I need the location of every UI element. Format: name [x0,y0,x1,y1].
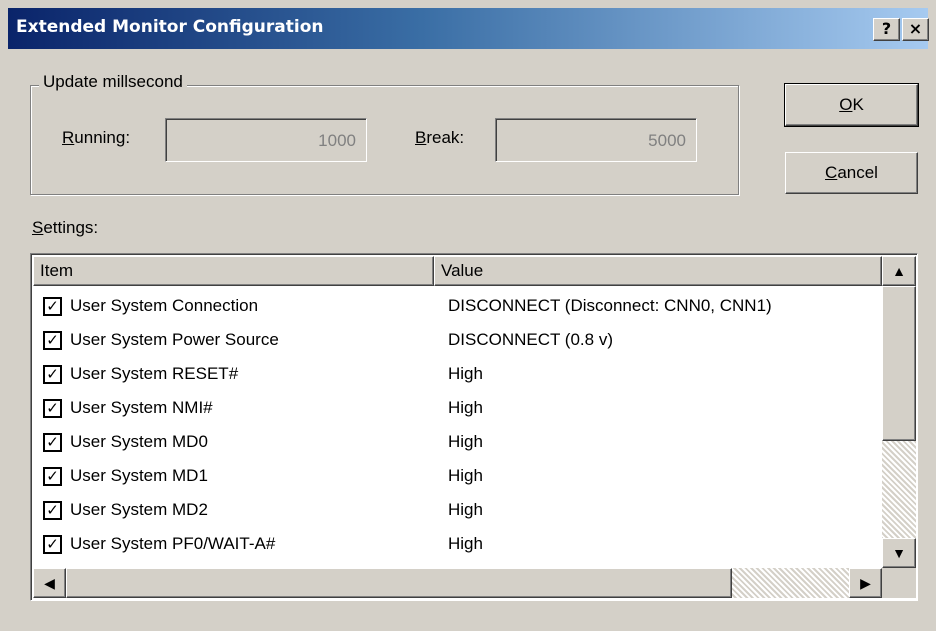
row-value-label: DISCONNECT (Disconnect: CNN0, CNN1) [448,296,772,315]
row-checkbox[interactable]: ✓ [43,433,62,452]
cancel-button-label: ancel [837,163,878,182]
list-item[interactable]: ✓ User System RESET# High [33,358,883,392]
row-value-label: DISCONNECT (0.8 v) [448,330,613,349]
scroll-left-button[interactable]: ◀ [33,568,66,598]
row-checkbox[interactable]: ✓ [43,467,62,486]
extended-monitor-dialog: Extended Monitor Configuration ? × Updat… [0,0,936,631]
vertical-scrollbar[interactable]: ▲ ▼ [882,256,916,568]
break-label-rest: reak: [426,128,465,147]
list-item[interactable]: ✓ User System MD1 High [33,460,883,494]
list-item[interactable]: ✓ User System Power Source DISCONNECT (0.8… [33,324,883,358]
row-checkbox[interactable]: ✓ [43,501,62,520]
running-label: Running: [62,128,131,147]
horizontal-scrollbar[interactable]: ◀ ▶ [33,568,882,598]
row-item-label: User System MD1 [70,466,208,485]
close-button[interactable]: × [902,18,929,41]
row-item-label: User System Connection [70,296,259,315]
row-checkbox[interactable]: ✓ [43,535,62,554]
cancel-button[interactable]: Cancel [785,152,918,194]
row-checkbox[interactable]: ✓ [43,365,62,384]
update-group-legend: Update millsecond [39,72,187,92]
list-item[interactable]: ✓ User System MD2 High [33,494,883,528]
settings-listview[interactable]: Item Value ✓ User System Connection DISCON… [30,253,918,601]
running-label-rest: unning: [74,128,131,147]
row-item-label: User System NMI# [70,398,213,417]
row-value-label: High [448,466,483,485]
list-item[interactable]: ✓ User System NMI# High [33,392,883,426]
row-item-label: User System MD2 [70,500,208,519]
list-item[interactable]: ✓ User System Connection DISCONNECT (Disco… [33,290,883,324]
settings-label-rest: ettings: [43,218,99,237]
list-item[interactable]: ✓ User System MD0 High [33,426,883,460]
window-title: Extended Monitor Configuration [16,17,324,37]
running-field: 1000 [165,118,367,162]
column-header-item[interactable]: Item [33,256,434,286]
row-value-label: High [448,364,483,383]
row-item-label: User System RESET# [70,364,239,383]
row-item-label: User System Power Source [70,330,279,349]
row-checkbox[interactable]: ✓ [43,399,62,418]
row-value-label: High [448,534,483,553]
scroll-up-button[interactable]: ▲ [882,256,916,286]
row-checkbox[interactable]: ✓ [43,331,62,350]
vertical-scroll-thumb[interactable] [882,286,916,441]
help-button[interactable]: ? [873,18,900,41]
list-item[interactable]: ✓ User System PF0/WAIT-A# High [33,528,883,562]
title-bar[interactable]: Extended Monitor Configuration ? × [8,8,929,49]
horizontal-scroll-thumb[interactable] [66,568,732,598]
break-field: 5000 [495,118,697,162]
row-item-label: User System PF0/WAIT-A# [70,534,276,553]
column-header-value[interactable]: Value [434,256,882,286]
row-item-label: User System MD0 [70,432,208,451]
row-value-label: High [448,432,483,451]
settings-label: Settings: [32,218,99,237]
row-checkbox[interactable]: ✓ [43,297,62,316]
ok-button[interactable]: OK [784,83,919,127]
row-value-label: High [448,398,483,417]
ok-button-label: K [852,95,864,114]
break-label: Break: [415,128,465,147]
scrollbar-corner [882,568,916,598]
scroll-right-button[interactable]: ▶ [849,568,882,598]
row-value-label: High [448,500,483,519]
scroll-down-button[interactable]: ▼ [882,538,916,568]
